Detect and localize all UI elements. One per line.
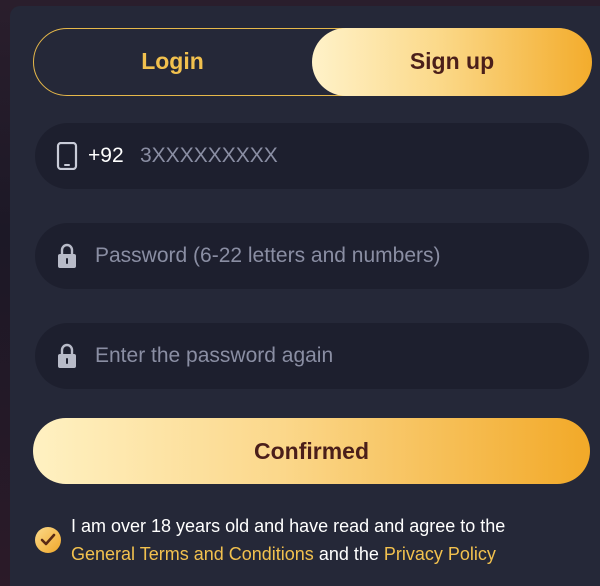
confirm-password-field — [35, 323, 589, 389]
lock-icon — [56, 242, 78, 270]
phone-input[interactable] — [140, 123, 560, 189]
agreement: I am over 18 years old and have read and… — [33, 512, 590, 572]
lock-icon — [56, 342, 78, 370]
phone-field: +92 — [35, 123, 589, 189]
password-input[interactable] — [95, 223, 565, 289]
country-code[interactable]: +92 — [88, 123, 124, 189]
agreement-and: and the — [313, 544, 384, 564]
agreement-text: I am over 18 years old and have read and… — [71, 512, 571, 568]
agreement-checkbox[interactable] — [35, 527, 61, 553]
confirm-button[interactable]: Confirmed — [33, 418, 590, 484]
phone-icon — [56, 141, 78, 171]
tab-signup[interactable]: Sign up — [312, 27, 592, 96]
check-icon — [40, 533, 56, 546]
confirm-password-input[interactable] — [95, 323, 565, 389]
tab-login[interactable]: Login — [33, 28, 313, 96]
agreement-line1: I am over 18 years old and have read and… — [71, 516, 506, 536]
password-field — [35, 223, 589, 289]
privacy-link[interactable]: Privacy Policy — [384, 544, 496, 564]
terms-link[interactable]: General Terms and Conditions — [71, 544, 314, 564]
auth-tabs: Login Sign up — [33, 27, 592, 96]
